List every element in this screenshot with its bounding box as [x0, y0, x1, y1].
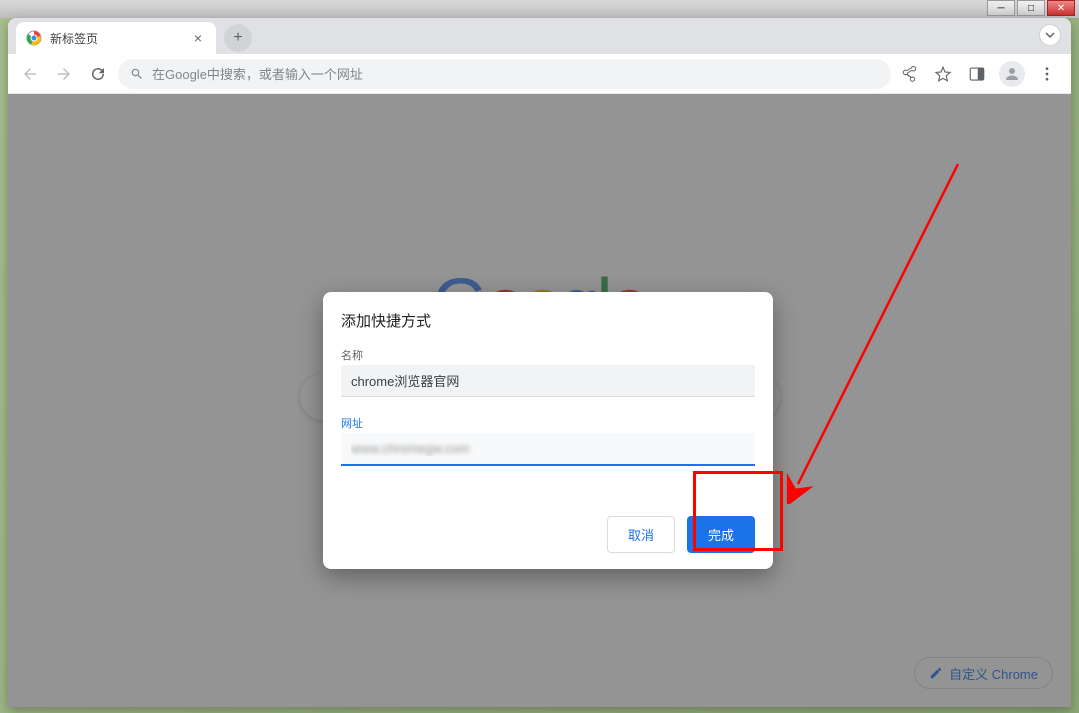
done-button[interactable]: 完成 — [687, 516, 755, 553]
browser-toolbar: 在Google中搜索，或者输入一个网址 — [8, 54, 1071, 94]
tab-close-icon[interactable]: × — [190, 30, 206, 46]
profile-avatar-icon[interactable] — [999, 61, 1025, 87]
dialog-title: 添加快捷方式 — [341, 310, 755, 331]
browser-tab[interactable]: 新标签页 × — [16, 22, 216, 54]
side-panel-icon[interactable] — [965, 62, 989, 86]
tab-strip: 新标签页 × + — [8, 18, 1071, 54]
search-icon — [130, 67, 144, 81]
os-close-button[interactable]: ✕ — [1047, 0, 1075, 16]
omnibox-placeholder: 在Google中搜索，或者输入一个网址 — [152, 64, 363, 83]
name-label: 名称 — [341, 347, 755, 363]
os-minimize-button[interactable]: ─ — [987, 0, 1015, 16]
omnibox[interactable]: 在Google中搜索，或者输入一个网址 — [118, 59, 891, 89]
share-icon[interactable] — [897, 62, 921, 86]
url-label: 网址 — [341, 415, 755, 431]
tab-title: 新标签页 — [50, 30, 98, 47]
menu-dots-icon[interactable] — [1035, 62, 1059, 86]
chrome-favicon-icon — [26, 30, 42, 46]
reload-button[interactable] — [84, 60, 112, 88]
new-tab-button[interactable]: + — [224, 24, 252, 52]
tab-search-icon[interactable] — [1039, 24, 1061, 46]
os-titlebar: ─ □ ✕ — [0, 0, 1079, 18]
os-maximize-button[interactable]: □ — [1017, 0, 1045, 16]
browser-window: 新标签页 × + 在Google中搜索，或者输入一个网址 — [8, 18, 1071, 707]
cancel-button[interactable]: 取消 — [607, 516, 675, 553]
back-button[interactable] — [16, 60, 44, 88]
shortcut-name-input[interactable] — [341, 365, 755, 397]
forward-button[interactable] — [50, 60, 78, 88]
page-content: Google 自定义 Chrome 添加快捷方式 名称 网址 取消 完成 — [8, 94, 1071, 707]
bookmark-star-icon[interactable] — [931, 62, 955, 86]
shortcut-url-input[interactable] — [341, 433, 755, 466]
add-shortcut-dialog: 添加快捷方式 名称 网址 取消 完成 — [323, 292, 773, 569]
